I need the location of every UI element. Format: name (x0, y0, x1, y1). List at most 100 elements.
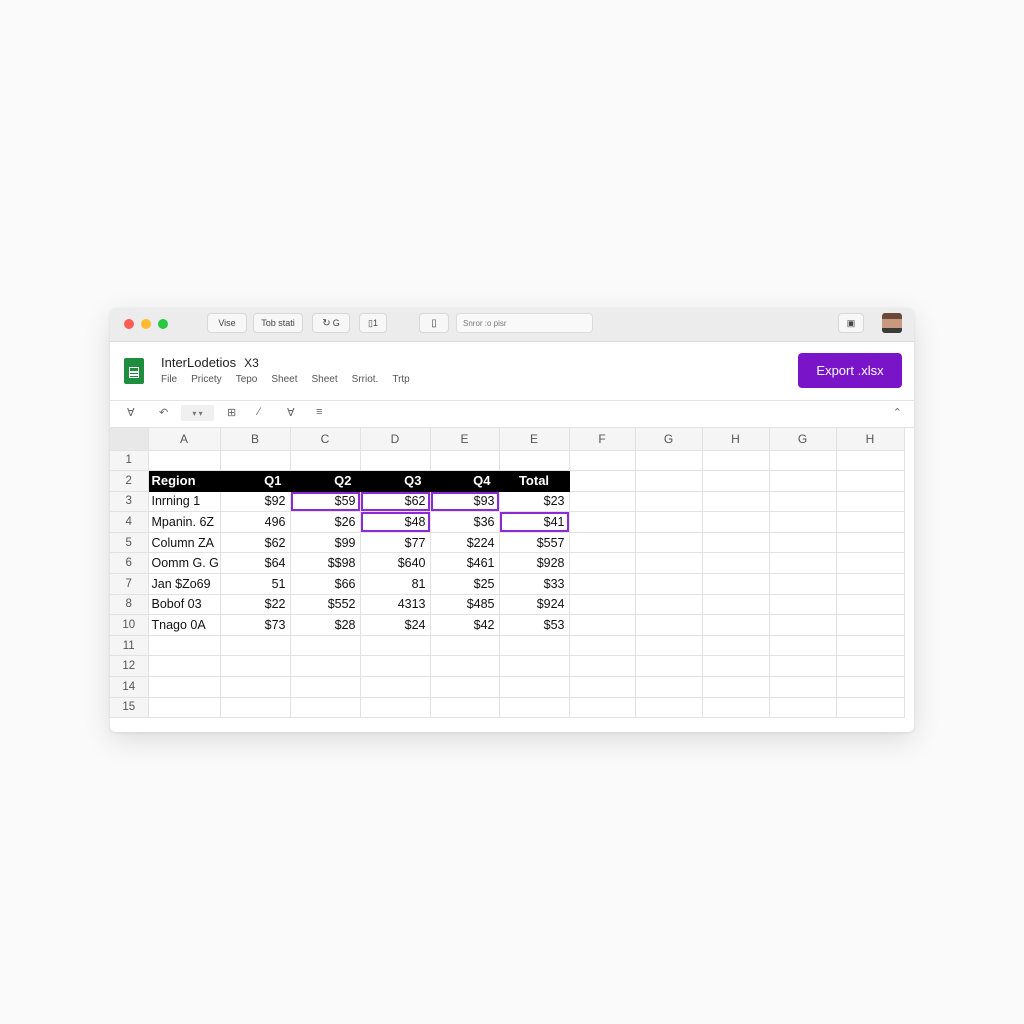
cell[interactable] (635, 450, 703, 472)
column-header[interactable]: H (836, 428, 905, 451)
header-cell-q1[interactable]: Q1 (220, 470, 291, 492)
cell-q1[interactable]: $62 (220, 532, 291, 554)
row-header[interactable]: 14 (110, 676, 149, 698)
cell-total[interactable]: $557 (499, 532, 570, 554)
cell[interactable] (836, 635, 905, 657)
cell-q2[interactable]: $99 (290, 532, 361, 554)
cell[interactable] (430, 697, 500, 719)
cell[interactable] (499, 450, 570, 472)
column-header[interactable]: C (290, 428, 361, 451)
cell[interactable] (702, 450, 770, 472)
column-header[interactable]: E (430, 428, 500, 451)
cell[interactable] (569, 532, 636, 554)
cell[interactable] (836, 491, 905, 513)
row-header[interactable]: 8 (110, 594, 149, 616)
cell-q4[interactable]: $25 (430, 573, 500, 595)
avatar[interactable] (882, 313, 902, 333)
cell[interactable] (769, 573, 837, 595)
cell-total-selected[interactable]: $41 (499, 511, 570, 533)
cell[interactable] (836, 655, 905, 678)
cell-region[interactable]: Tnago 0A (148, 614, 221, 636)
cell[interactable] (702, 573, 770, 595)
cell[interactable] (702, 532, 770, 554)
row-header[interactable]: 15 (110, 697, 149, 719)
column-header[interactable]: G (769, 428, 837, 451)
cell[interactable] (769, 552, 837, 575)
cell[interactable] (569, 635, 636, 657)
cell-q3-selected[interactable]: $48 (360, 511, 431, 533)
cell[interactable] (702, 614, 770, 636)
cell[interactable] (635, 614, 703, 636)
cell[interactable] (702, 676, 770, 698)
cell-q3[interactable]: $24 (360, 614, 431, 636)
cell[interactable] (569, 573, 636, 595)
cell[interactable] (148, 697, 221, 719)
cell[interactable] (430, 676, 500, 698)
cell-total[interactable]: $23 (499, 491, 570, 513)
cell-q4[interactable]: $36 (430, 511, 500, 533)
pen-icon[interactable]: ∕ (258, 406, 260, 418)
menu-item-pricety[interactable]: Pricety (191, 374, 222, 385)
column-header[interactable]: H (702, 428, 770, 451)
cell-q1[interactable]: 496 (220, 511, 291, 533)
cell[interactable] (148, 450, 221, 472)
extension-button[interactable]: ▣ (838, 313, 864, 333)
titlebar-pages-button[interactable]: ▯ 1 (359, 313, 387, 333)
cell-q3[interactable]: 81 (360, 573, 431, 595)
cell[interactable] (220, 655, 291, 678)
cell-q1[interactable]: $22 (220, 594, 291, 616)
cell[interactable] (360, 676, 431, 698)
cell-q3[interactable]: $77 (360, 532, 431, 554)
cell-q4[interactable]: $485 (430, 594, 500, 616)
cell[interactable] (569, 594, 636, 616)
cell[interactable] (569, 655, 636, 678)
cell[interactable] (769, 511, 837, 533)
cell-q1[interactable]: $92 (220, 491, 291, 513)
cell[interactable] (148, 676, 221, 698)
cell[interactable] (836, 697, 905, 719)
cell[interactable] (635, 491, 703, 513)
cell[interactable] (836, 676, 905, 698)
menu-item-srriot[interactable]: Srriot. (352, 374, 379, 385)
header-cell-q2[interactable]: Q2 (290, 470, 361, 492)
minimize-window-button[interactable] (141, 319, 151, 329)
cell[interactable] (290, 655, 361, 678)
cell[interactable] (769, 635, 837, 657)
column-header[interactable]: E (499, 428, 570, 451)
titlebar-refresh-button[interactable]: ↻ G (312, 313, 350, 333)
cell[interactable] (635, 635, 703, 657)
cell-region[interactable]: Jan $Zo69 (148, 573, 221, 595)
document-title[interactable]: InterLodetios X3 (161, 355, 259, 370)
cell[interactable] (769, 655, 837, 678)
maximize-window-button[interactable] (158, 319, 168, 329)
titlebar-tab-status[interactable]: Tob stati (253, 313, 303, 333)
cell[interactable] (220, 697, 291, 719)
cell[interactable] (769, 532, 837, 554)
cell-q4[interactable]: $42 (430, 614, 500, 636)
cell-q1[interactable]: 51 (220, 573, 291, 595)
cell-q3[interactable]: $640 (360, 552, 431, 575)
cell[interactable] (836, 511, 905, 533)
cell-q2-selected[interactable]: $59 (290, 491, 361, 513)
cell[interactable] (635, 552, 703, 575)
address-search-input[interactable]: Snror :o pisr (456, 313, 593, 333)
cell-q1[interactable]: $73 (220, 614, 291, 636)
cell-q4-selected[interactable]: $93 (430, 491, 500, 513)
menu-item-trtp[interactable]: Trtp (392, 374, 409, 385)
cell[interactable] (220, 635, 291, 657)
cell[interactable] (635, 511, 703, 533)
row-header[interactable]: 7 (110, 573, 149, 595)
cell[interactable] (499, 655, 570, 678)
titlebar-sidebar-button[interactable]: ▯ (419, 313, 449, 333)
cell[interactable] (569, 614, 636, 636)
text-format-icon[interactable]: Ɐ (127, 406, 135, 419)
row-header[interactable]: 2 (110, 470, 149, 492)
cell[interactable] (360, 697, 431, 719)
titlebar-tab-vise[interactable]: Vise (207, 313, 247, 333)
close-window-button[interactable] (124, 319, 134, 329)
cell[interactable] (769, 470, 837, 492)
cell[interactable] (702, 697, 770, 719)
menu-item-sheet[interactable]: Sheet (271, 374, 297, 385)
cell-q3[interactable]: 4313 (360, 594, 431, 616)
cell[interactable] (769, 697, 837, 719)
